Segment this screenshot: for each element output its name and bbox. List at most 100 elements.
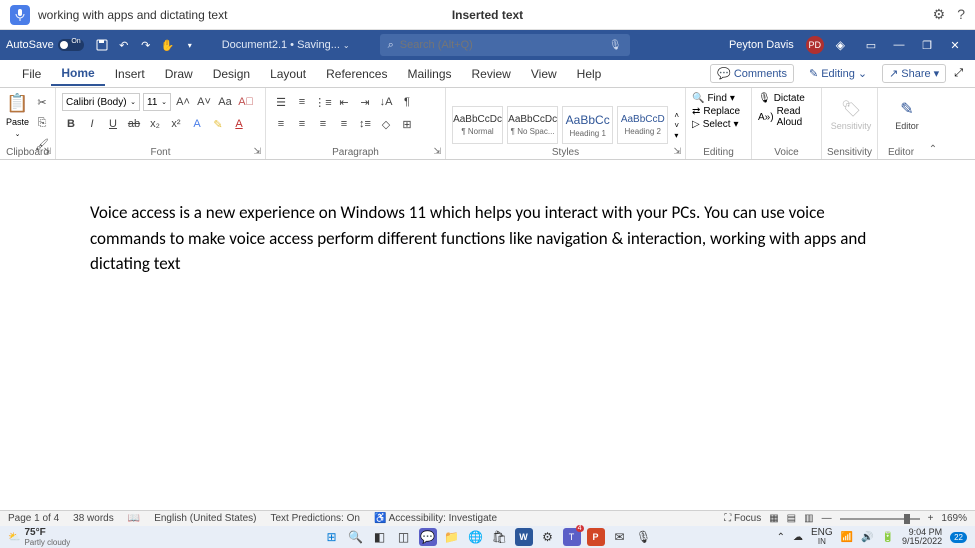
paragraph-launcher-icon[interactable]: ⇲ [433, 146, 441, 157]
ribbon-display-icon[interactable]: ▭ [857, 31, 885, 59]
text-effects-icon[interactable]: A [188, 115, 206, 133]
zoom-slider[interactable] [840, 518, 920, 520]
edge-icon[interactable]: 🌐 [467, 528, 485, 546]
touch-mode-icon[interactable]: ✋ [158, 35, 178, 55]
font-color-icon[interactable]: A [230, 115, 248, 133]
focus-mode-button[interactable]: ⛶ Focus [724, 513, 761, 524]
decrease-indent-icon[interactable]: ⇤ [335, 93, 353, 111]
styles-scroll-up-icon[interactable]: ˄ [674, 111, 679, 120]
clipboard-launcher-icon[interactable]: ⇲ [43, 146, 51, 157]
battery-icon[interactable]: 🔋 [882, 532, 894, 543]
paste-icon[interactable]: 📋 [6, 93, 28, 114]
search-box[interactable]: ⌕ 🎙 [380, 34, 630, 56]
tab-insert[interactable]: Insert [105, 63, 155, 85]
help-icon[interactable]: ? [957, 6, 965, 23]
redo-icon[interactable]: ↷ [136, 35, 156, 55]
subscript-button[interactable]: x₂ [146, 115, 164, 133]
sensitivity-button[interactable]: 🏷 Sensitivity [828, 90, 874, 140]
sort-icon[interactable]: ↓A [377, 93, 395, 111]
multilevel-icon[interactable]: ⋮≡ [314, 93, 332, 111]
status-words[interactable]: 38 words [73, 513, 114, 524]
chat-icon[interactable]: 💬 [419, 528, 437, 546]
read-aloud-button[interactable]: A») Read Aloud [758, 106, 815, 128]
share-button[interactable]: ↗ Share ▾ [882, 64, 946, 83]
tab-draw[interactable]: Draw [155, 63, 203, 85]
increase-indent-icon[interactable]: ⇥ [356, 93, 374, 111]
autosave-toggle[interactable]: AutoSave On [6, 39, 84, 51]
align-right-icon[interactable]: ≡ [314, 115, 332, 133]
user-name[interactable]: Peyton Davis [729, 39, 794, 51]
microphone-icon[interactable] [10, 5, 30, 25]
powerpoint-icon[interactable]: P [587, 528, 605, 546]
mail-icon[interactable]: ✉ [611, 528, 629, 546]
settings-icon[interactable]: ⚙ [539, 528, 557, 546]
document-name[interactable]: Document2.1 • Saving... ⌄ [222, 39, 350, 51]
qat-dropdown-icon[interactable]: ▾ [180, 35, 200, 55]
shrink-font-icon[interactable]: A˅ [195, 93, 213, 111]
word-icon[interactable]: W [515, 528, 533, 546]
status-language[interactable]: English (United States) [154, 513, 256, 524]
superscript-button[interactable]: x² [167, 115, 185, 133]
tab-review[interactable]: Review [462, 63, 521, 85]
zoom-out-button[interactable]: — [822, 513, 832, 524]
onedrive-icon[interactable]: ☁ [793, 532, 803, 543]
font-size-select[interactable]: 11⌄ [143, 93, 171, 111]
volume-icon[interactable]: 🔊 [861, 532, 873, 543]
status-spellcheck-icon[interactable]: 📖 [128, 513, 140, 524]
justify-icon[interactable]: ≡ [335, 115, 353, 133]
styles-scroll-down-icon[interactable]: ˅ [674, 121, 679, 130]
start-button[interactable]: ⊞ [323, 528, 341, 546]
comments-button[interactable]: 💬 Comments [710, 64, 794, 83]
shading-icon[interactable]: ◇ [377, 115, 395, 133]
collapse-ribbon-icon[interactable]: ⌃ [929, 144, 937, 155]
widgets-icon[interactable]: ◫ [395, 528, 413, 546]
styles-launcher-icon[interactable]: ⇲ [673, 146, 681, 157]
zoom-level[interactable]: 169% [941, 513, 967, 524]
status-page[interactable]: Page 1 of 4 [8, 513, 59, 524]
teams-icon[interactable]: T4 [563, 528, 581, 546]
tab-file[interactable]: File [12, 63, 51, 85]
notifications-button[interactable]: 22 [950, 532, 967, 543]
mic-search-icon[interactable]: 🎙 [609, 40, 622, 51]
zoom-in-button[interactable]: + [928, 513, 934, 524]
cut-icon[interactable]: ✂ [33, 93, 51, 111]
diamond-icon[interactable]: ◈ [836, 38, 845, 52]
underline-button[interactable]: U [104, 115, 122, 133]
view-read-icon[interactable]: ▦ [769, 513, 778, 524]
highlight-icon[interactable]: ✎ [209, 115, 227, 133]
align-left-icon[interactable]: ≡ [272, 115, 290, 133]
style-normal[interactable]: AaBbCcDc¶ Normal [452, 106, 503, 144]
borders-icon[interactable]: ⊞ [398, 115, 416, 133]
view-web-icon[interactable]: ▥ [804, 513, 813, 524]
clock[interactable]: 9:04 PM 9/15/2022 [902, 528, 942, 546]
ribbon-mode-icon[interactable]: ⤢ [954, 67, 963, 80]
clear-format-icon[interactable]: A⃠ [237, 93, 255, 111]
copy-icon[interactable]: ⎘ [33, 114, 51, 132]
view-print-icon[interactable]: ▤ [787, 513, 796, 524]
save-icon[interactable] [92, 35, 112, 55]
select-button[interactable]: ▷ Select ▾ [692, 119, 739, 130]
search-input[interactable] [400, 39, 603, 51]
find-button[interactable]: 🔍 Find ▾ [692, 93, 735, 104]
wifi-icon[interactable]: 📶 [841, 532, 853, 543]
close-button[interactable]: ✕ [941, 31, 969, 59]
tab-help[interactable]: Help [567, 63, 612, 85]
tab-design[interactable]: Design [203, 63, 260, 85]
tray-chevron-icon[interactable]: ⌃ [777, 532, 785, 543]
style-nospacing[interactable]: AaBbCcDc¶ No Spac... [507, 106, 558, 144]
align-center-icon[interactable]: ≡ [293, 115, 311, 133]
grow-font-icon[interactable]: A˄ [174, 93, 192, 111]
minimize-button[interactable]: — [885, 31, 913, 59]
dictate-button[interactable]: 🎙 Dictate [758, 93, 805, 104]
editor-button[interactable]: ✎ Editor [884, 90, 930, 140]
weather-widget[interactable]: ⛅ 75°F Partly cloudy [8, 527, 70, 547]
store-icon[interactable]: 🛍 [491, 528, 509, 546]
voice-access-taskbar-icon[interactable]: 🎙 [635, 528, 653, 546]
show-marks-icon[interactable]: ¶ [398, 93, 416, 111]
font-launcher-icon[interactable]: ⇲ [253, 146, 261, 157]
style-heading2[interactable]: AaBbCcDHeading 2 [617, 106, 668, 144]
styles-more-icon[interactable]: ▾ [674, 131, 679, 140]
user-avatar[interactable]: PD [806, 36, 824, 54]
italic-button[interactable]: I [83, 115, 101, 133]
document-canvas[interactable]: Voice access is a new experience on Wind… [0, 160, 975, 510]
